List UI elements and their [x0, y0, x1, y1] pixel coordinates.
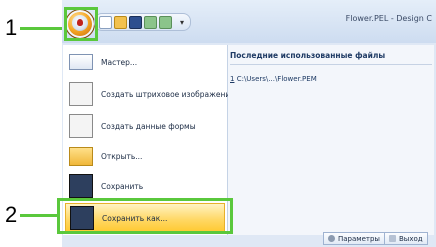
close-icon — [389, 235, 396, 242]
recent-file-path: C:\Users\...\Flower.PEM — [236, 75, 317, 83]
line-image-icon — [69, 82, 93, 106]
exit-button-label: Выход — [399, 234, 423, 243]
options-button[interactable]: Параметры — [323, 232, 385, 245]
options-button-label: Параметры — [338, 234, 380, 243]
menu-item-open[interactable]: Открыть... — [65, 141, 225, 171]
menu-item-create-shape-data[interactable]: Создать данные формы — [65, 111, 225, 141]
window-title: Flower.PEL - Design C — [345, 14, 432, 23]
menu-item-wizard[interactable]: Мастер... — [65, 47, 225, 77]
menu-item-create-line-image[interactable]: Создать штриховое изображение — [65, 79, 235, 109]
exit-button[interactable]: Выход — [384, 232, 428, 245]
menu-item-create-shape-data-label: Создать данные формы — [101, 121, 196, 131]
open-folder-icon[interactable] — [114, 15, 127, 29]
wizard-icon — [69, 54, 93, 70]
callout-box-2 — [57, 198, 233, 234]
save-icon — [69, 174, 93, 198]
callout-line-2 — [20, 214, 58, 217]
save-icon[interactable] — [129, 15, 142, 29]
callout-number-2: 2 — [5, 202, 18, 227]
menu-item-save-label: Сохранить — [101, 181, 144, 191]
redo-icon[interactable] — [159, 15, 172, 29]
callout-number-1: 1 — [5, 15, 18, 40]
customize-toolbar-dropdown[interactable]: ▾ — [180, 18, 184, 27]
shape-data-icon — [69, 114, 93, 138]
menu-item-save[interactable]: Сохранить — [65, 171, 225, 201]
menu-item-open-label: Открыть... — [101, 151, 143, 161]
recent-file-item[interactable]: 1 C:\Users\...\Flower.PEM — [230, 75, 317, 83]
quick-access-toolbar: ▾ — [94, 13, 192, 31]
callout-line-1 — [20, 27, 66, 30]
open-folder-icon — [69, 146, 93, 166]
new-file-icon[interactable] — [99, 15, 112, 29]
undo-icon[interactable] — [144, 15, 157, 29]
menu-item-create-line-image-label: Создать штриховое изображение — [101, 89, 235, 99]
recent-files-heading: Последние использованные файлы — [230, 51, 432, 65]
recent-files-pane: Последние использованные файлы 1 C:\User… — [228, 45, 434, 235]
callout-box-1 — [64, 7, 98, 41]
title-bar: ▾ Flower.PEL - Design C — [62, 0, 436, 43]
recent-file-number: 1 — [230, 75, 235, 83]
menu-item-wizard-label: Мастер... — [101, 57, 138, 67]
gear-icon — [328, 235, 335, 242]
